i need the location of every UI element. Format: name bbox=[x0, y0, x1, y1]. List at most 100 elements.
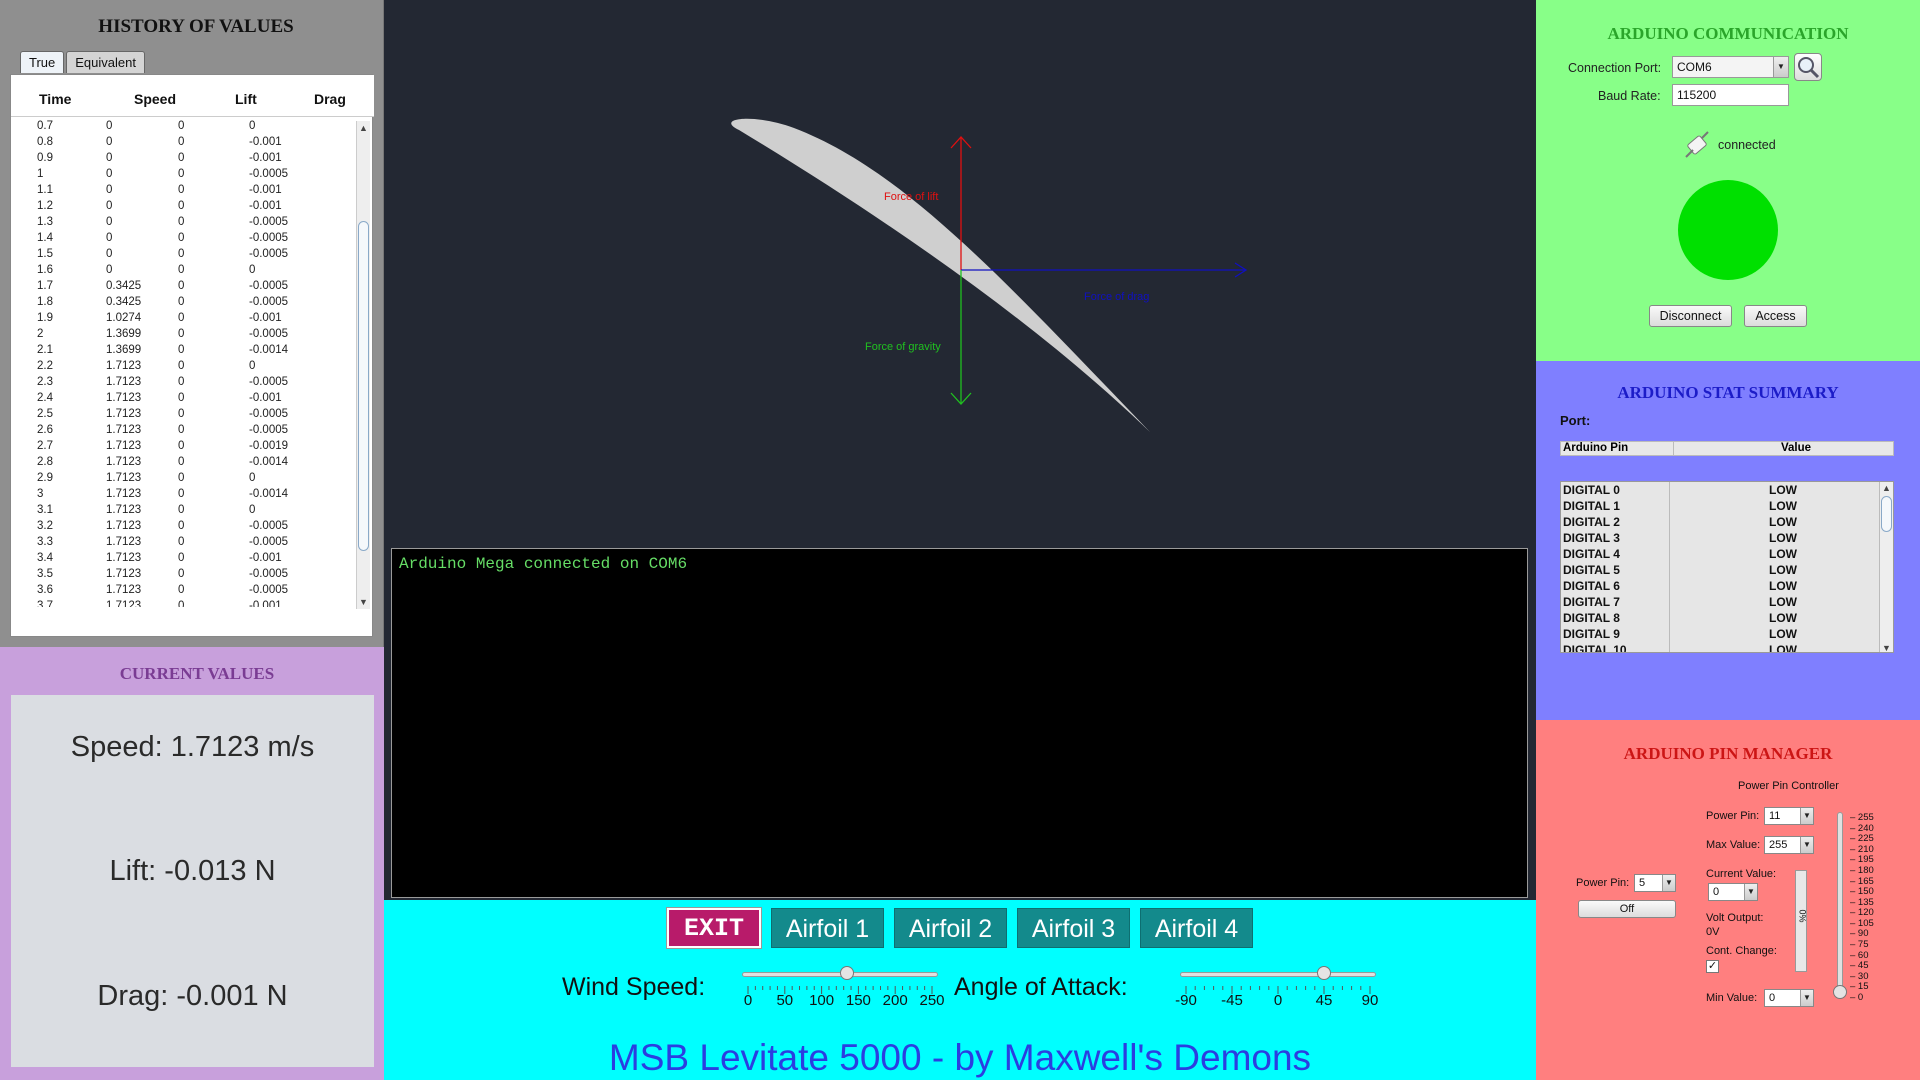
table-row[interactable]: 1.7 0.3425 0 -0.0005 bbox=[11, 279, 354, 295]
gravity-label: Force of gravity bbox=[865, 341, 941, 353]
left-power-pin-select[interactable]: 5 ▼ bbox=[1634, 874, 1676, 892]
table-row[interactable]: 2.8 1.7123 0 -0.0014 bbox=[11, 455, 354, 471]
max-value-select[interactable]: 255 ▼ bbox=[1764, 836, 1814, 854]
list-item[interactable]: DIGITAL 8 LOW bbox=[1561, 610, 1893, 626]
table-row[interactable]: 0.9 0 0 -0.001 bbox=[11, 151, 354, 167]
airfoil-2-button[interactable]: Airfoil 2 bbox=[894, 908, 1007, 948]
table-cell: 1.2 bbox=[37, 200, 53, 212]
list-item[interactable]: DIGITAL 3 LOW bbox=[1561, 530, 1893, 546]
tab-equivalent[interactable]: Equivalent bbox=[66, 51, 145, 73]
table-row[interactable]: 2.3 1.7123 0 -0.0005 bbox=[11, 375, 354, 391]
stat-scrollbar[interactable]: ▲ ▼ bbox=[1879, 482, 1893, 652]
list-item[interactable]: DIGITAL 0 LOW bbox=[1561, 482, 1893, 498]
list-item[interactable]: DIGITAL 9 LOW bbox=[1561, 626, 1893, 642]
pin-name: DIGITAL 2 bbox=[1563, 515, 1620, 529]
column-header-arduino-pin[interactable]: Arduino Pin bbox=[1563, 442, 1628, 454]
table-row[interactable]: 2.9 1.7123 0 0 bbox=[11, 471, 354, 487]
tab-true[interactable]: True bbox=[20, 51, 65, 73]
scroll-down-icon[interactable]: ▼ bbox=[359, 597, 368, 607]
column-header-drag[interactable]: Drag bbox=[314, 91, 346, 107]
table-row[interactable]: 0.8 0 0 -0.001 bbox=[11, 135, 354, 151]
table-row[interactable]: 2.4 1.7123 0 -0.001 bbox=[11, 391, 354, 407]
scroll-up-icon[interactable]: ▲ bbox=[1882, 483, 1891, 493]
table-cell: 1.7123 bbox=[106, 440, 142, 452]
table-row[interactable]: 3.1 1.7123 0 0 bbox=[11, 503, 354, 519]
table-row[interactable]: 2.7 1.7123 0 -0.0019 bbox=[11, 439, 354, 455]
table-row[interactable]: 1.4 0 0 -0.0005 bbox=[11, 231, 354, 247]
history-scrollbar[interactable]: ▲ ▼ bbox=[356, 121, 370, 609]
stat-pin-list[interactable]: DIGITAL 0 LOW DIGITAL 1 LOW DIGITAL 2 LOW DIGI… bbox=[1560, 481, 1894, 653]
power-value-slider[interactable] bbox=[1833, 812, 1847, 999]
connection-port-select[interactable]: COM6 ▼ bbox=[1672, 56, 1789, 78]
table-row[interactable]: 2.2 1.7123 0 0 bbox=[11, 359, 354, 375]
scroll-down-icon[interactable]: ▼ bbox=[1882, 643, 1891, 652]
baud-rate-input[interactable]: 115200 bbox=[1672, 84, 1789, 106]
search-button[interactable] bbox=[1794, 53, 1822, 81]
angle-slider-knob[interactable] bbox=[1317, 966, 1331, 980]
exit-button[interactable]: EXIT bbox=[666, 907, 762, 949]
table-cell: 0 bbox=[178, 184, 185, 196]
scale-tick-label: – 45 bbox=[1850, 960, 1869, 972]
list-item[interactable]: DIGITAL 7 LOW bbox=[1561, 594, 1893, 610]
chevron-down-icon: ▼ bbox=[1800, 808, 1813, 824]
table-row[interactable]: 1.9 1.0274 0 -0.001 bbox=[11, 311, 354, 327]
airfoil-4-button[interactable]: Airfoil 4 bbox=[1140, 908, 1253, 948]
table-row[interactable]: 3.4 1.7123 0 -0.001 bbox=[11, 551, 354, 567]
off-button[interactable]: Off bbox=[1578, 900, 1676, 918]
table-row[interactable]: 2.6 1.7123 0 -0.0005 bbox=[11, 423, 354, 439]
table-row[interactable]: 2.5 1.7123 0 -0.0005 bbox=[11, 407, 354, 423]
table-row[interactable]: 1.2 0 0 -0.001 bbox=[11, 199, 354, 215]
table-row[interactable]: 1 0 0 -0.0005 bbox=[11, 167, 354, 183]
list-item[interactable]: DIGITAL 10 LOW bbox=[1561, 642, 1893, 652]
table-cell: 0 bbox=[178, 360, 185, 372]
list-item[interactable]: DIGITAL 6 LOW bbox=[1561, 578, 1893, 594]
power-pin-select[interactable]: 11 ▼ bbox=[1764, 807, 1814, 825]
table-row[interactable]: 3.6 1.7123 0 -0.0005 bbox=[11, 583, 354, 599]
table-row[interactable]: 2 1.3699 0 -0.0005 bbox=[11, 327, 354, 343]
table-cell: 0.8 bbox=[37, 136, 53, 148]
cont-change-checkbox[interactable]: ✓ bbox=[1706, 960, 1719, 973]
wind-speed-slider[interactable]: 0 50 100 150 200 250 bbox=[742, 966, 945, 1028]
list-item[interactable]: DIGITAL 1 LOW bbox=[1561, 498, 1893, 514]
power-value-slider-knob[interactable] bbox=[1833, 985, 1847, 999]
scroll-up-icon[interactable]: ▲ bbox=[359, 123, 368, 133]
column-header-speed[interactable]: Speed bbox=[134, 91, 176, 107]
table-row[interactable]: 1.6 0 0 0 bbox=[11, 263, 354, 279]
scroll-thumb[interactable] bbox=[1881, 496, 1892, 532]
console-output[interactable]: Arduino Mega connected on COM6 bbox=[391, 548, 1528, 898]
table-row[interactable]: 3.7 1.7123 0 -0.001 bbox=[11, 599, 354, 607]
table-cell: 1.7123 bbox=[106, 424, 142, 436]
angle-of-attack-slider[interactable]: -90 -45 0 45 90 bbox=[1175, 966, 1380, 1028]
scroll-thumb[interactable] bbox=[358, 221, 369, 551]
current-value-select[interactable]: 0 ▼ bbox=[1708, 883, 1758, 901]
table-cell: 0 bbox=[178, 568, 185, 580]
table-row[interactable]: 2.1 1.3699 0 -0.0014 bbox=[11, 343, 354, 359]
table-row[interactable]: 0.7 0 0 0 bbox=[11, 119, 354, 135]
min-value-select[interactable]: 0 ▼ bbox=[1764, 989, 1814, 1007]
airfoil-1-button[interactable]: Airfoil 1 bbox=[771, 908, 884, 948]
list-item[interactable]: DIGITAL 5 LOW bbox=[1561, 562, 1893, 578]
wind-slider-knob[interactable] bbox=[840, 966, 855, 980]
pin-value: LOW bbox=[1769, 531, 1797, 545]
list-item[interactable]: DIGITAL 4 LOW bbox=[1561, 546, 1893, 562]
table-row[interactable]: 3.3 1.7123 0 -0.0005 bbox=[11, 535, 354, 551]
column-header-lift[interactable]: Lift bbox=[235, 91, 257, 107]
table-row[interactable]: 1.8 0.3425 0 -0.0005 bbox=[11, 295, 354, 311]
table-row[interactable]: 3 1.7123 0 -0.0014 bbox=[11, 487, 354, 503]
access-button[interactable]: Access bbox=[1744, 305, 1807, 327]
table-cell: -0.001 bbox=[249, 136, 282, 148]
scale-tick-label: – 60 bbox=[1850, 949, 1869, 961]
table-cell: -0.0005 bbox=[249, 248, 289, 260]
table-row[interactable]: 3.2 1.7123 0 -0.0005 bbox=[11, 519, 354, 535]
list-item[interactable]: DIGITAL 2 LOW bbox=[1561, 514, 1893, 530]
disconnect-button[interactable]: Disconnect bbox=[1649, 305, 1732, 327]
table-row[interactable]: 1.3 0 0 -0.0005 bbox=[11, 215, 354, 231]
table-row[interactable]: 1.1 0 0 -0.001 bbox=[11, 183, 354, 199]
column-header-time[interactable]: Time bbox=[39, 91, 71, 107]
column-header-value[interactable]: Value bbox=[1781, 442, 1811, 454]
airfoil-3-button[interactable]: Airfoil 3 bbox=[1017, 908, 1130, 948]
table-row[interactable]: 3.5 1.7123 0 -0.0005 bbox=[11, 567, 354, 583]
table-row[interactable]: 1.5 0 0 -0.0005 bbox=[11, 247, 354, 263]
angle-track[interactable] bbox=[1180, 972, 1376, 977]
table-cell: -0.0005 bbox=[249, 424, 289, 436]
